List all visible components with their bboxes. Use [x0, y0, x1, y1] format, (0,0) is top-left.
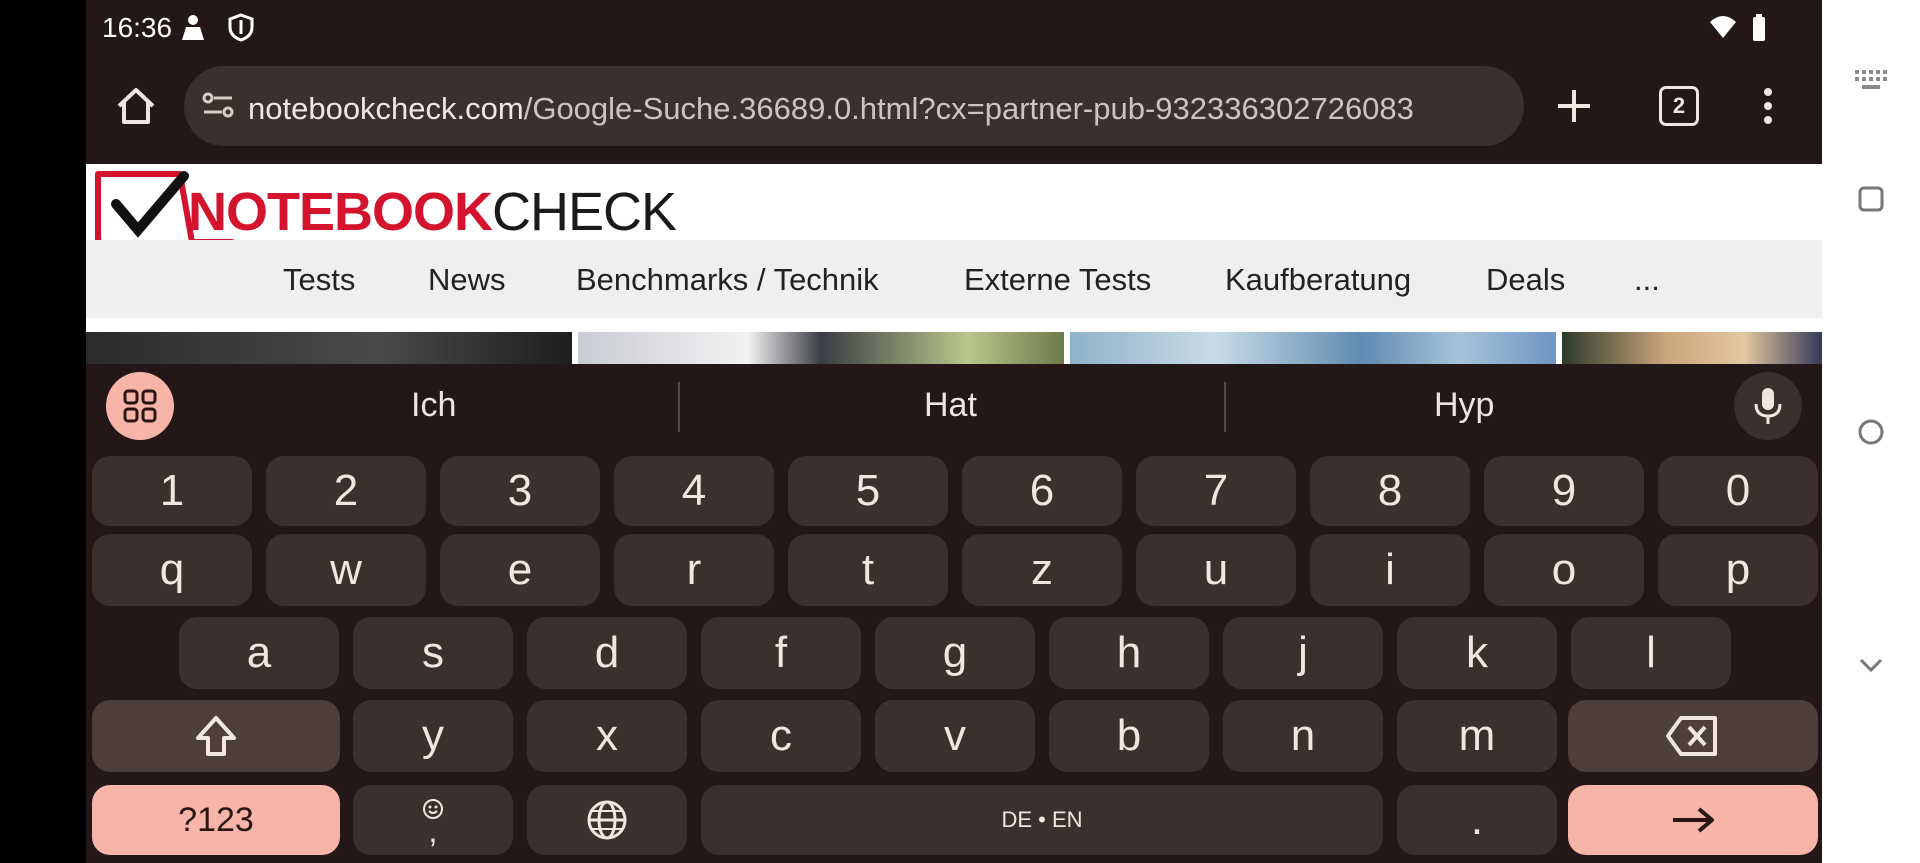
- browser-toolbar: notebookcheck.com/Google-Suche.36689.0.h…: [86, 58, 1822, 164]
- key-c[interactable]: c: [701, 700, 861, 772]
- key-n[interactable]: n: [1223, 700, 1383, 772]
- hide-keyboard-icon[interactable]: [1858, 656, 1884, 674]
- nav-item-more[interactable]: ...: [1634, 262, 1660, 298]
- suggestion-divider: [1224, 382, 1226, 432]
- keyboard-menu-button[interactable]: [106, 372, 174, 440]
- site-nav: Tests News Benchmarks / Technik Externe …: [86, 240, 1822, 318]
- incognito-icon: [182, 15, 204, 40]
- tab-switcher-button[interactable]: 2: [1659, 86, 1699, 126]
- apps-grid-icon: [123, 389, 157, 423]
- battery-icon: [1753, 14, 1765, 41]
- key-e[interactable]: e: [440, 534, 600, 606]
- microphone-icon: [1754, 388, 1782, 424]
- key-o[interactable]: o: [1484, 534, 1644, 606]
- logo-red-part: NOTEBOOK: [188, 182, 493, 242]
- address-bar[interactable]: notebookcheck.com/Google-Suche.36689.0.h…: [184, 66, 1524, 146]
- new-tab-icon[interactable]: [1554, 86, 1594, 126]
- url-path: /Google-Suche.36689.0.html?cx=partner-pu…: [523, 91, 1414, 126]
- backspace-key[interactable]: [1568, 700, 1818, 772]
- enter-key[interactable]: [1568, 785, 1818, 855]
- suggestion-divider: [678, 382, 680, 432]
- keyboard-switch-icon[interactable]: [1854, 68, 1888, 92]
- key-0[interactable]: 0: [1658, 456, 1818, 526]
- voice-input-button[interactable]: [1734, 372, 1802, 440]
- recents-icon[interactable]: [1858, 186, 1884, 212]
- key-1[interactable]: 1: [92, 456, 252, 526]
- suggestion-2[interactable]: Hat: [924, 386, 977, 425]
- key-6[interactable]: 6: [962, 456, 1122, 526]
- symbols-key[interactable]: ?123: [92, 785, 340, 855]
- key-b[interactable]: b: [1049, 700, 1209, 772]
- site-logo-text[interactable]: NOTEBOOKCHECK: [188, 181, 677, 243]
- status-bar: 16:36: [86, 0, 1822, 58]
- key-4[interactable]: 4: [614, 456, 774, 526]
- key-u[interactable]: u: [1136, 534, 1296, 606]
- shield-icon: [228, 13, 254, 42]
- comma-label: ,: [428, 813, 438, 849]
- key-r[interactable]: r: [614, 534, 774, 606]
- key-g[interactable]: g: [875, 617, 1035, 689]
- key-8[interactable]: 8: [1310, 456, 1470, 526]
- nav-item-externe-tests[interactable]: Externe Tests: [964, 262, 1151, 298]
- url-text[interactable]: notebookcheck.com/Google-Suche.36689.0.h…: [248, 91, 1428, 127]
- on-screen-keyboard: Ich Hat Hyp 1 2 3 4 5 6 7 8 9 0 q w e r …: [86, 364, 1822, 863]
- key-j[interactable]: j: [1223, 617, 1383, 689]
- article-thumbnail[interactable]: [1562, 332, 1822, 364]
- shift-key[interactable]: [92, 700, 340, 772]
- key-d[interactable]: d: [527, 617, 687, 689]
- key-h[interactable]: h: [1049, 617, 1209, 689]
- emoji-comma-key[interactable]: ,: [353, 785, 513, 855]
- nav-item-benchmarks[interactable]: Benchmarks / Technik: [576, 262, 879, 298]
- period-key[interactable]: .: [1397, 785, 1557, 855]
- globe-icon: [587, 800, 627, 840]
- article-thumbnail[interactable]: [1070, 332, 1556, 364]
- arrow-right-icon: [1673, 807, 1714, 833]
- site-settings-icon[interactable]: [200, 88, 236, 124]
- url-domain: notebookcheck.com: [248, 91, 524, 126]
- key-w[interactable]: w: [266, 534, 426, 606]
- key-z[interactable]: z: [962, 534, 1122, 606]
- key-i[interactable]: i: [1310, 534, 1470, 606]
- key-k[interactable]: k: [1397, 617, 1557, 689]
- key-7[interactable]: 7: [1136, 456, 1296, 526]
- backspace-icon: [1666, 716, 1717, 756]
- key-t[interactable]: t: [788, 534, 948, 606]
- status-time: 16:36: [102, 12, 173, 43]
- home-circle-icon[interactable]: [1857, 418, 1885, 446]
- key-3[interactable]: 3: [440, 456, 600, 526]
- key-9[interactable]: 9: [1484, 456, 1644, 526]
- suggestion-3[interactable]: Hyp: [1434, 386, 1494, 425]
- nav-item-kaufberatung[interactable]: Kaufberatung: [1225, 262, 1411, 298]
- article-thumbnail[interactable]: [86, 332, 572, 364]
- article-thumbnail[interactable]: [578, 332, 1064, 364]
- web-content: NOTEBOOKCHECK Tests News Benchmarks / Te…: [86, 164, 1822, 364]
- key-2[interactable]: 2: [266, 456, 426, 526]
- home-icon[interactable]: [114, 84, 158, 128]
- key-v[interactable]: v: [875, 700, 1035, 772]
- wifi-icon: [1710, 16, 1736, 38]
- more-menu-icon[interactable]: [1758, 84, 1778, 128]
- key-a[interactable]: a: [179, 617, 339, 689]
- logo-black-part: CHECK: [492, 182, 677, 242]
- suggestion-1[interactable]: Ich: [411, 386, 456, 425]
- nav-item-deals[interactable]: Deals: [1486, 262, 1565, 298]
- key-5[interactable]: 5: [788, 456, 948, 526]
- key-l[interactable]: l: [1571, 617, 1731, 689]
- nav-item-news[interactable]: News: [428, 262, 506, 298]
- key-p[interactable]: p: [1658, 534, 1818, 606]
- key-f[interactable]: f: [701, 617, 861, 689]
- key-q[interactable]: q: [92, 534, 252, 606]
- shift-icon: [196, 716, 236, 756]
- language-key[interactable]: [527, 785, 687, 855]
- key-x[interactable]: x: [527, 700, 687, 772]
- key-m[interactable]: m: [1397, 700, 1557, 772]
- system-nav-rail: [1822, 0, 1920, 863]
- nav-item-tests[interactable]: Tests: [283, 262, 355, 298]
- key-s[interactable]: s: [353, 617, 513, 689]
- key-y[interactable]: y: [353, 700, 513, 772]
- space-key[interactable]: DE • EN: [701, 785, 1383, 855]
